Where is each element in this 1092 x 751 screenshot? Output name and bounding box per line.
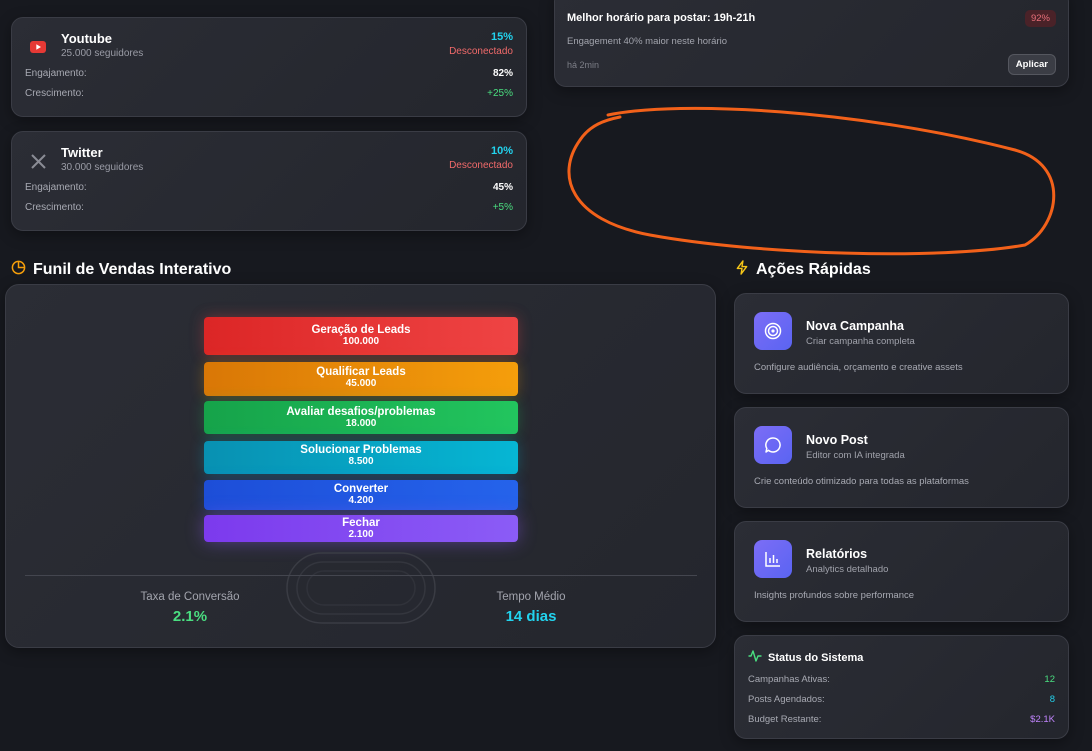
confidence-badge: 92% <box>1024 10 1056 27</box>
action-subtitle: Criar campanha completa <box>806 336 915 347</box>
reports-card[interactable]: Relatórios Analytics detalhado Insights … <box>734 521 1069 622</box>
action-subtitle: Editor com IA integrada <box>806 450 905 461</box>
funnel-stage[interactable]: Geração de Leads 100.000 <box>204 317 518 355</box>
social-card-youtube[interactable]: Youtube 25.000 seguidores 15% Desconecta… <box>11 17 527 117</box>
chat-bubble-icon <box>754 426 792 464</box>
growth-value: +25% <box>487 88 513 99</box>
insight-subtitle: Engagement 40% maior neste horário <box>567 36 728 47</box>
stage-name: Solucionar Problemas <box>300 444 422 456</box>
insight-card: Melhor horário para postar: 19h-21h 92% … <box>554 0 1069 87</box>
stage-value: 2.100 <box>348 529 374 540</box>
growth-label: Crescimento: <box>25 88 84 99</box>
connection-status: Desconectado <box>449 160 513 171</box>
action-subtitle: Analytics detalhado <box>806 564 889 575</box>
status-value: 8 <box>1049 694 1055 705</box>
status-label: Posts Agendados: <box>748 694 825 705</box>
funnel-stage[interactable]: Avaliar desafios/problemas 18.000 <box>204 401 518 434</box>
annotation-scribble <box>567 106 1056 256</box>
status-value: 12 <box>1044 674 1055 685</box>
stage-value: 18.000 <box>345 418 377 429</box>
stage-value: 45.000 <box>345 378 377 389</box>
stage-name: Geração de Leads <box>311 324 411 336</box>
status-row: Posts Agendados: 8 <box>748 694 1055 705</box>
new-campaign-card[interactable]: Nova Campanha Criar campanha completa Co… <box>734 293 1069 394</box>
stage-value: 100.000 <box>342 336 380 347</box>
stage-name: Fechar <box>342 517 380 529</box>
x-twitter-icon <box>25 148 51 174</box>
system-status-title: Status do Sistema <box>768 651 864 664</box>
action-title: Nova Campanha <box>806 319 904 333</box>
funnel-stage[interactable]: Solucionar Problemas 8.500 <box>204 441 518 474</box>
insight-timestamp: há 2min <box>567 60 600 70</box>
quick-actions-title-text: Ações Rápidas <box>756 261 871 278</box>
action-description: Configure audiência, orçamento e creativ… <box>754 362 963 373</box>
action-title: Novo Post <box>806 433 868 447</box>
insight-title: Melhor horário para postar: 19h-21h <box>567 12 756 24</box>
funnel-stage[interactable]: Converter 4.200 <box>204 480 518 510</box>
bar-chart-icon <box>754 540 792 578</box>
funnel-stage[interactable]: Qualificar Leads 45.000 <box>204 362 518 396</box>
funnel-title-text: Funil de Vendas Interativo <box>33 261 232 278</box>
system-status-header: Status do Sistema <box>748 650 1055 665</box>
status-row: Campanhas Ativas: 12 <box>748 674 1055 685</box>
activity-icon <box>748 650 762 665</box>
avg-time-metric: Tempo Médio 14 dias <box>431 591 631 625</box>
engagement-value: 82% <box>492 68 513 79</box>
quick-actions-title: Ações Rápidas <box>735 260 871 280</box>
social-name: Twitter <box>61 145 103 160</box>
decorative-rings <box>286 552 436 624</box>
stage-value: 4.200 <box>348 495 374 506</box>
status-row: Budget Restante: $2.1K <box>748 714 1055 725</box>
connection-status: Desconectado <box>449 46 513 57</box>
youtube-icon <box>25 34 51 60</box>
divider <box>25 575 697 576</box>
metric-label: Taxa de Conversão <box>140 591 240 603</box>
funnel-stage[interactable]: Fechar 2.100 <box>204 515 518 542</box>
metric-value: 2.1% <box>172 608 208 625</box>
action-title: Relatórios <box>806 547 868 561</box>
social-card-twitter[interactable]: Twitter 30.000 seguidores 10% Desconecta… <box>11 131 527 231</box>
apply-button[interactable]: Aplicar <box>1007 54 1056 75</box>
engagement-value: 45% <box>492 182 513 193</box>
growth-label: Crescimento: <box>25 202 84 213</box>
status-value: $2.1K <box>1030 714 1055 725</box>
stage-name: Avaliar desafios/problemas <box>286 406 436 418</box>
social-followers: 25.000 seguidores <box>61 48 144 59</box>
stage-name: Converter <box>333 483 389 495</box>
stage-name: Qualificar Leads <box>316 366 406 378</box>
engagement-label: Engajamento: <box>25 68 87 79</box>
status-label: Budget Restante: <box>748 714 822 725</box>
pie-chart-icon <box>11 260 26 280</box>
lightning-icon <box>735 260 749 280</box>
stage-value: 8.500 <box>348 456 374 467</box>
social-followers: 30.000 seguidores <box>61 162 144 173</box>
social-name: Youtube <box>61 31 113 46</box>
social-percent: 15% <box>490 31 513 43</box>
funnel-section-title: Funil de Vendas Interativo <box>11 260 231 280</box>
action-description: Insights profundos sobre performance <box>754 590 915 601</box>
status-label: Campanhas Ativas: <box>748 674 830 685</box>
metric-label: Tempo Médio <box>496 591 566 603</box>
action-description: Crie conteúdo otimizado para todas as pl… <box>754 476 969 487</box>
sales-funnel-card: Geração de Leads 100.000 Qualificar Lead… <box>5 284 716 648</box>
system-status-card: Status do Sistema Campanhas Ativas: 12 Po… <box>734 635 1069 739</box>
social-percent: 10% <box>490 145 513 157</box>
new-post-card[interactable]: Novo Post Editor com IA integrada Crie c… <box>734 407 1069 508</box>
growth-value: +5% <box>492 202 513 213</box>
target-icon <box>754 312 792 350</box>
metric-value: 14 dias <box>505 608 557 625</box>
engagement-label: Engajamento: <box>25 182 87 193</box>
conversion-rate-metric: Taxa de Conversão 2.1% <box>90 591 290 625</box>
